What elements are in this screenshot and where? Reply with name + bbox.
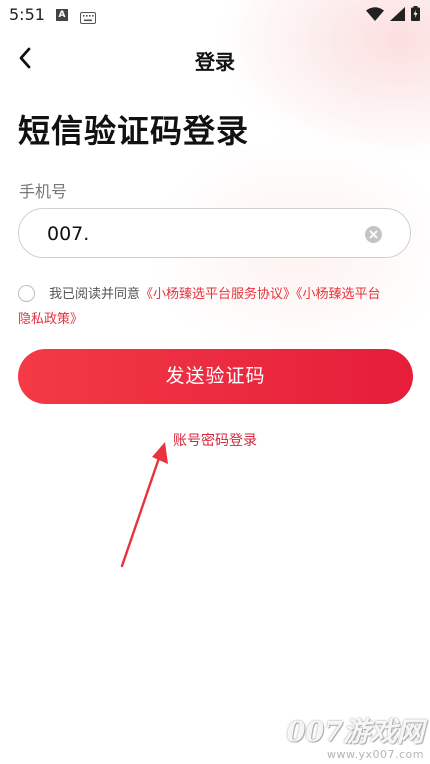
nav-bar: 登录 xyxy=(0,36,430,80)
agreement-radio[interactable] xyxy=(18,285,35,302)
status-time: 5:51 xyxy=(9,5,45,24)
battery-icon xyxy=(411,6,420,25)
service-agreement-link[interactable]: 《小杨臻选平台服务协议》 xyxy=(140,287,296,302)
watermark-url: www.yx007.com xyxy=(327,748,424,761)
status-bar: 5:51 A xyxy=(0,0,430,30)
privacy-policy-link-part2[interactable]: 隐私政策》 xyxy=(18,309,83,331)
a-notification-icon: A xyxy=(56,9,68,21)
password-login-link[interactable]: 账号密码登录 xyxy=(0,430,430,450)
watermark-main: 007游戏网 xyxy=(286,717,424,748)
phone-input[interactable] xyxy=(47,221,347,247)
keyboard-icon xyxy=(80,9,96,28)
agreement-text: 我已阅读并同意《小杨臻选平台服务协议》《小杨臻选平台 xyxy=(49,284,411,306)
agreement-prefix: 我已阅读并同意 xyxy=(49,287,141,302)
privacy-policy-link-part1[interactable]: 《小杨臻选平台 xyxy=(296,287,381,302)
phone-label: 手机号 xyxy=(19,182,68,201)
wifi-icon xyxy=(366,6,384,25)
clear-circle-icon[interactable] xyxy=(365,226,382,243)
signal-icon xyxy=(390,6,405,25)
page-title: 短信验证码登录 xyxy=(18,112,250,150)
nav-title: 登录 xyxy=(195,50,235,74)
watermark: 007游戏网 www.yx007.com xyxy=(287,718,424,762)
status-right-group xyxy=(366,6,420,25)
annotation-arrow-icon xyxy=(110,440,180,574)
send-code-button[interactable]: 发送验证码 xyxy=(18,349,413,404)
phone-field-box[interactable] xyxy=(18,208,411,258)
